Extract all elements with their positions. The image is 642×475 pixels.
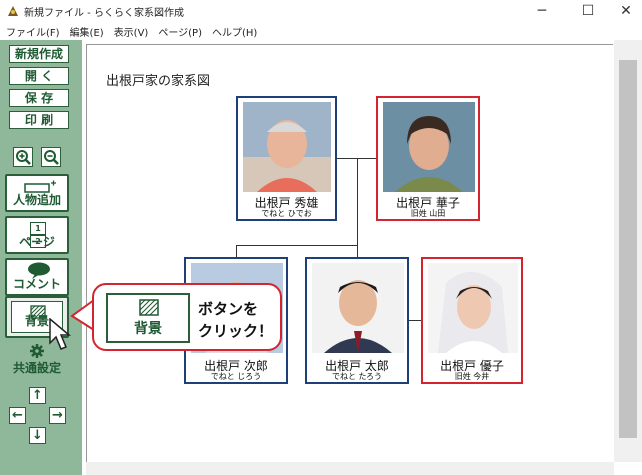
zoom-in-button[interactable] [13, 147, 33, 167]
page-button[interactable]: 1 2 ページ [5, 216, 69, 254]
callout-button-label: 背景 [134, 321, 162, 337]
window-title: 新規ファイル - らくらく家系図作成 [24, 8, 184, 19]
add-person-button[interactable]: 人物追加 [5, 174, 69, 212]
maximize-button[interactable]: ☐ [568, 0, 608, 22]
portrait-photo [383, 102, 475, 192]
page-label: ページ [19, 235, 55, 249]
child-line-jiro [236, 245, 237, 257]
family-tree-canvas[interactable] [86, 44, 613, 463]
background-icon [139, 299, 159, 316]
child-line-taro [357, 245, 358, 257]
person-reading: 旧姓 山田 [410, 209, 446, 218]
move-up-button[interactable]: ↑ [29, 387, 46, 404]
move-left-button[interactable]: ← [9, 407, 26, 424]
person-reading: でねと ひでお [261, 209, 312, 218]
add-person-label: 人物追加 [12, 193, 61, 207]
print-button[interactable]: 印 刷 [9, 111, 69, 129]
person-reading: でねと たろう [331, 372, 383, 381]
comment-label: コメント [12, 277, 61, 291]
portrait-photo [312, 263, 404, 353]
close-button[interactable]: ✕ [606, 0, 642, 22]
open-button[interactable]: 開 く [9, 67, 69, 85]
minimize-button[interactable]: ─ [522, 0, 562, 22]
person-card-yuko[interactable]: 出根戸 優子 旧姓 今井 [421, 257, 523, 384]
sibling-line [236, 245, 358, 246]
person-reading: でねと じろう [210, 372, 262, 381]
person-card-hanako[interactable]: 出根戸 華子 旧姓 山田 [376, 96, 480, 221]
portrait-photo [428, 263, 518, 353]
descent-line [357, 158, 358, 246]
save-button[interactable]: 保 存 [9, 89, 69, 107]
vertical-scrollbar[interactable] [614, 40, 642, 462]
person-card-hideo[interactable]: 出根戸 秀雄 でねと ひでお [236, 96, 337, 221]
instruction-callout: 背景 ボタンを クリック！ [92, 283, 282, 351]
move-right-button[interactable]: → [49, 407, 66, 424]
title-bar: 新規ファイル - らくらく家系図作成 ─ ☐ ✕ [0, 0, 642, 22]
menu-edit[interactable]: 編集(E) [64, 22, 108, 39]
person-reading: 旧姓 今井 [454, 372, 490, 381]
callout-background-button: 背景 [106, 293, 190, 343]
zoom-out-icon [44, 150, 59, 165]
horizontal-scrollbar[interactable] [86, 462, 614, 475]
zoom-in-icon [16, 150, 31, 165]
person-card-taro[interactable]: 出根戸 太郎 でねと たろう [305, 257, 409, 384]
app-icon [8, 6, 18, 16]
callout-text: ボタンを クリック！ [198, 298, 273, 342]
family-tree-title: 出根戸家の家系図 [106, 74, 211, 89]
menu-page[interactable]: ページ(P) [152, 22, 206, 39]
menu-view[interactable]: 表示(V) [108, 22, 153, 39]
marriage-line-taro [409, 320, 421, 321]
common-settings-button[interactable]: 共通設定 [5, 343, 69, 379]
gear-icon [30, 344, 44, 358]
new-file-button[interactable]: 新規作成 [9, 45, 69, 63]
menu-file[interactable]: ファイル(F) [0, 22, 64, 39]
callout-line-1: ボタンを [198, 300, 259, 318]
menu-help[interactable]: ヘルプ(H) [206, 22, 261, 39]
zoom-out-button[interactable] [41, 147, 61, 167]
portrait-photo [243, 102, 331, 192]
comment-button[interactable]: コメント [5, 258, 69, 296]
common-settings-label: 共通設定 [12, 361, 61, 375]
move-down-button[interactable]: ↓ [29, 427, 46, 444]
sidebar: 新規作成 開 く 保 存 印 刷 人物追加 1 2 ページ コメント 背景 共通… [0, 40, 82, 475]
menu-bar: ファイル(F) 編集(E) 表示(V) ページ(P) ヘルプ(H) [0, 22, 642, 40]
scroll-thumb[interactable] [619, 60, 637, 438]
callout-line-2: クリック！ [198, 322, 274, 340]
